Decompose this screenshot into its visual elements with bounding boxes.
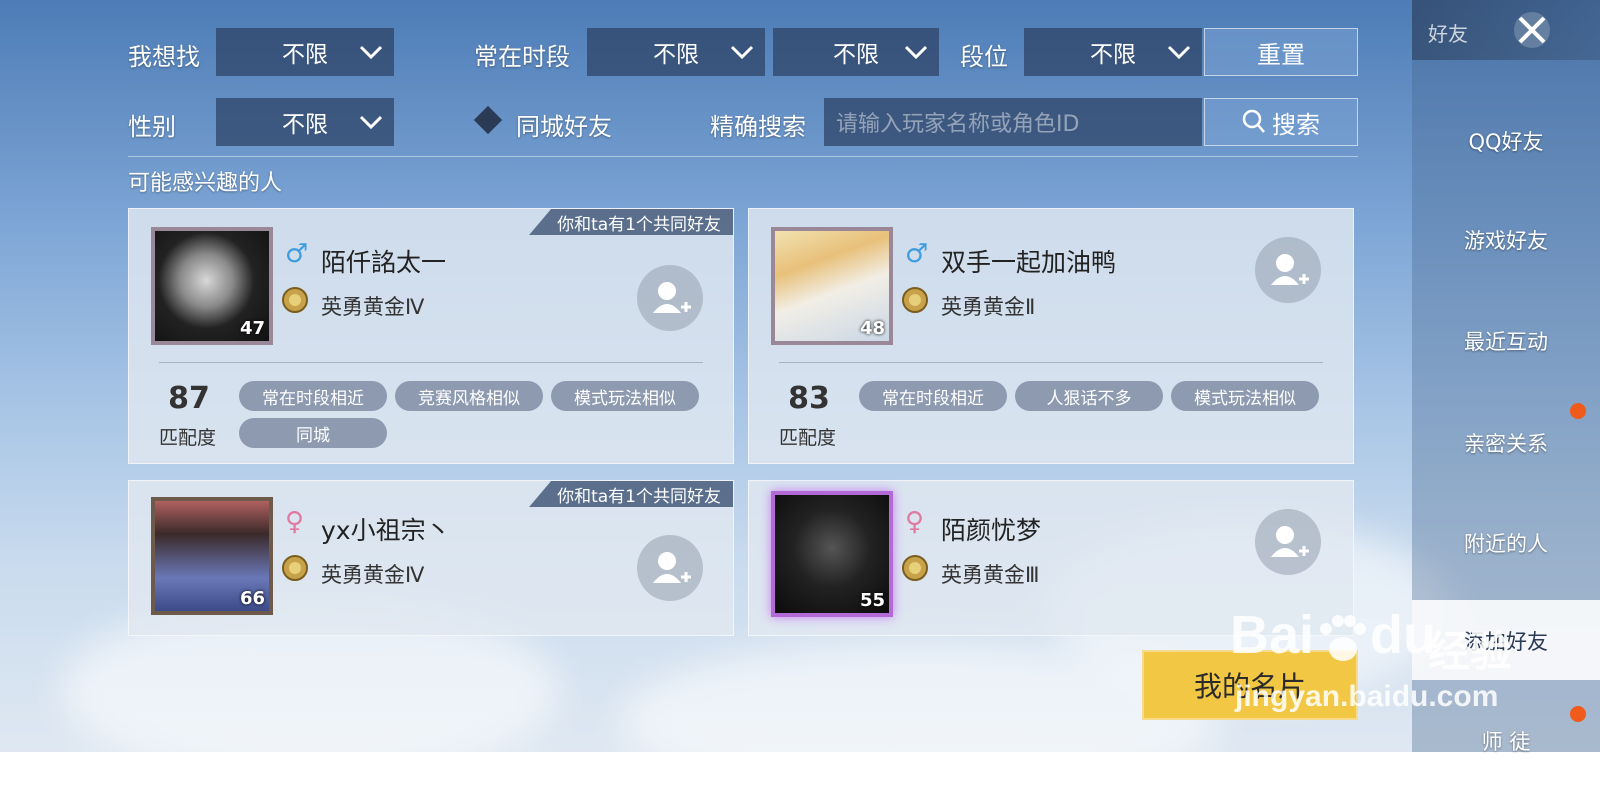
notification-dot <box>1570 706 1586 722</box>
player-rank: 英勇黄金Ⅳ <box>321 295 425 319</box>
avatar[interactable]: 48 <box>771 227 893 345</box>
want-dropdown[interactable]: 不限 <box>216 28 394 76</box>
player-rank: 英勇黄金Ⅱ <box>941 295 1036 319</box>
avatar[interactable]: 47 <box>151 227 273 345</box>
tag: 模式玩法相似 <box>1171 381 1319 411</box>
add-friend-button[interactable] <box>637 265 703 331</box>
search-button[interactable]: 搜索 <box>1204 98 1358 146</box>
recommend-card[interactable]: 48 ♂ 双手一起加油鸭 英勇黄金Ⅱ 83 匹配度 常在时段相近 人狠话不多 模… <box>748 208 1354 464</box>
add-friend-button[interactable] <box>637 535 703 601</box>
gender-label: 性别 <box>128 113 176 141</box>
male-icon: ♂ <box>285 239 309 269</box>
watermark-cn: 经验 <box>1428 627 1513 676</box>
watermark-brand-text: Bai <box>1230 605 1315 665</box>
paw-icon <box>1320 614 1367 661</box>
time-dropdown-start[interactable]: 不限 <box>587 28 765 76</box>
gold-rank-medal-icon <box>902 287 928 313</box>
chevron-down-icon <box>904 45 928 60</box>
tag: 常在时段相近 <box>239 381 387 411</box>
recommend-card[interactable]: 你和ta有1个共同好友 66 ♀ yx小祖宗丶 英勇黄金Ⅳ <box>128 480 734 636</box>
section-title: 可能感兴趣的人 <box>128 171 283 196</box>
avatar-level: 66 <box>239 588 265 609</box>
recommend-card[interactable]: 你和ta有1个共同好友 47 ♂ 陌仟詺太一 英勇黄金Ⅳ 87 匹配度 常在时段… <box>128 208 734 464</box>
sidebar-header: 好友 <box>1412 0 1600 60</box>
match-score-label: 匹配度 <box>779 427 837 449</box>
want-label: 我想找 <box>128 43 200 71</box>
tag: 模式玩法相似 <box>551 381 699 411</box>
add-friend-icon <box>653 282 691 313</box>
notification-dot <box>1570 403 1586 419</box>
player-name: yx小祖宗丶 <box>321 516 451 545</box>
player-name: 双手一起加油鸭 <box>941 248 1117 277</box>
mutual-friend-banner: 你和ta有1个共同好友 <box>529 209 733 235</box>
close-icon[interactable] <box>1510 8 1554 52</box>
tag: 常在时段相近 <box>859 381 1007 411</box>
search-button-label: 搜索 <box>1272 110 1320 139</box>
add-friend-icon <box>653 552 691 583</box>
time-label: 常在时段 <box>474 43 570 71</box>
tag: 同城 <box>239 418 387 448</box>
sidebar-item-game-friends[interactable]: 游戏好友 <box>1412 225 1600 255</box>
watermark-brand-text-2: du <box>1370 605 1437 665</box>
player-rank: 英勇黄金Ⅳ <box>321 563 425 587</box>
tag: 竞赛风格相似 <box>395 381 543 411</box>
gold-rank-medal-icon <box>282 555 308 581</box>
gold-rank-medal-icon <box>902 555 928 581</box>
samecity-checkbox[interactable] <box>473 105 503 135</box>
sidebar-item-recent[interactable]: 最近互动 <box>1412 326 1600 356</box>
chevron-down-icon <box>730 45 754 60</box>
gold-rank-medal-icon <box>282 287 308 313</box>
gender-dropdown-value: 不限 <box>282 112 328 138</box>
sidebar-item-nearby[interactable]: 附近的人 <box>1412 528 1600 558</box>
player-rank: 英勇黄金Ⅲ <box>941 563 1040 587</box>
rank-dropdown[interactable]: 不限 <box>1024 28 1202 76</box>
reset-button[interactable]: 重置 <box>1204 28 1358 76</box>
sidebar-item-intimate[interactable]: 亲密关系 <box>1412 428 1600 458</box>
match-score-label: 匹配度 <box>159 427 217 449</box>
avatar[interactable]: 55 <box>771 491 893 617</box>
time-dropdown-end[interactable]: 不限 <box>773 28 939 76</box>
divider <box>128 156 1358 157</box>
divider <box>159 362 703 363</box>
match-score: 83 <box>788 381 830 416</box>
search-icon <box>1242 109 1265 133</box>
sidebar-header-title: 好友 <box>1428 22 1468 46</box>
search-label: 精确搜索 <box>710 113 806 141</box>
rank-label: 段位 <box>960 43 1008 71</box>
female-icon: ♀ <box>285 507 305 537</box>
player-name: 陌仟詺太一 <box>321 248 447 277</box>
match-score: 87 <box>168 381 210 416</box>
tag: 人狠话不多 <box>1015 381 1163 411</box>
search-input[interactable]: 请输入玩家名称或角色ID <box>824 98 1202 146</box>
main-panel: 我想找 不限 常在时段 不限 不限 段位 不限 重置 性别 不限 同城好友 精确… <box>0 0 1390 752</box>
samecity-label[interactable]: 同城好友 <box>516 107 612 142</box>
mutual-friend-banner: 你和ta有1个共同好友 <box>529 481 733 507</box>
rank-dropdown-value: 不限 <box>1090 42 1136 68</box>
time-dropdown-start-value: 不限 <box>653 42 699 68</box>
chevron-down-icon <box>1167 45 1191 60</box>
add-friend-icon <box>1271 254 1309 285</box>
chevron-down-icon <box>359 45 383 60</box>
avatar-level: 48 <box>859 318 885 339</box>
male-icon: ♂ <box>905 239 929 269</box>
add-friend-button[interactable] <box>1255 509 1321 575</box>
want-dropdown-value: 不限 <box>282 42 328 68</box>
chevron-down-icon <box>359 115 383 130</box>
add-friend-icon <box>1271 526 1309 557</box>
player-name: 陌颜忧梦 <box>941 516 1042 545</box>
divider <box>779 362 1323 363</box>
gender-dropdown[interactable]: 不限 <box>216 98 394 146</box>
avatar-level: 55 <box>859 590 885 611</box>
watermark-brand: Bai du <box>1230 604 1436 667</box>
avatar[interactable]: 66 <box>151 497 273 615</box>
watermark-url: jingyan.baidu.com <box>1235 680 1499 713</box>
add-friend-button[interactable] <box>1255 237 1321 303</box>
avatar-level: 47 <box>239 318 265 339</box>
female-icon: ♀ <box>905 507 925 537</box>
sidebar-item-qq-friends[interactable]: QQ好友 <box>1412 126 1600 156</box>
time-dropdown-end-value: 不限 <box>833 42 879 68</box>
